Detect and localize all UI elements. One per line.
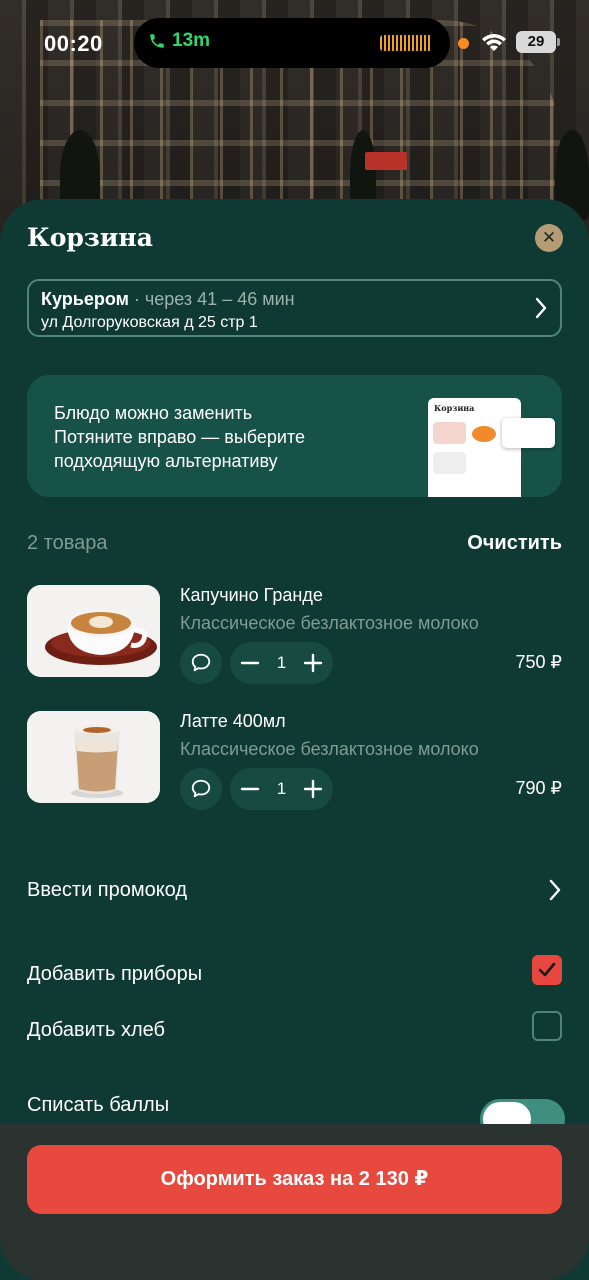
illustration-card	[502, 418, 555, 448]
delivery-separator: ·	[128, 289, 145, 309]
banner-title: Блюдо можно заменить	[54, 403, 253, 423]
delivery-eta: через 41 – 46 мин	[144, 289, 295, 309]
promo-code-row[interactable]: Ввести промокод	[27, 877, 562, 907]
item-photo-cappuccino[interactable]	[27, 585, 160, 677]
item-description: Классическое безлактозное молоко	[180, 739, 479, 759]
delivery-method: Курьером	[41, 289, 129, 309]
item-name: Капучино Гранде	[180, 585, 323, 605]
cart-sheet: Корзина ✕ Курьером · через 41 – 46 мин у…	[0, 199, 589, 1280]
cart-item: Латте 400мл Классическое безлактозное мо…	[27, 711, 562, 811]
call-duration: 13m	[172, 30, 211, 51]
bread-label: Добавить хлеб	[27, 1019, 165, 1041]
points-label: Списать баллы	[27, 1094, 170, 1116]
quantity-stepper: 1	[230, 768, 333, 810]
close-button[interactable]: ✕	[535, 224, 563, 252]
replace-dish-banner[interactable]: Блюдо можно заменить Потяните вправо — в…	[27, 375, 562, 497]
latte-image	[27, 711, 160, 803]
item-description: Классическое безлактозное молоко	[180, 613, 479, 633]
item-price: 750 ₽	[515, 652, 563, 672]
delivery-line: Курьером · через 41 – 46 мин	[41, 289, 548, 310]
item-photo-latte[interactable]	[27, 711, 160, 803]
promo-code-label: Ввести промокод	[27, 879, 188, 901]
items-header: 2 товара Очистить	[27, 532, 562, 560]
call-indicator: 13m	[148, 30, 210, 52]
delivery-selector[interactable]: Курьером · через 41 – 46 мин ул Долгорук…	[27, 279, 562, 337]
banner-line-1: Потяните вправо — выберите	[54, 427, 306, 447]
cutlery-option[interactable]: Добавить приборы	[27, 955, 562, 991]
mic-indicator-dot	[458, 38, 469, 49]
status-time: 00:20	[44, 31, 103, 56]
checkout-bar: Оформить заказ на 2 130 ₽	[0, 1124, 589, 1280]
illustration-tile	[433, 422, 466, 444]
battery-icon: 29	[516, 31, 560, 53]
audio-wave-icon	[380, 35, 432, 51]
banner-illustration: Корзина	[428, 398, 555, 497]
cutlery-checkbox[interactable]	[532, 955, 562, 985]
minus-icon[interactable]	[240, 653, 260, 673]
chevron-right-icon	[535, 297, 547, 319]
banner-text: Блюдо можно заменить Потяните вправо — в…	[54, 401, 305, 473]
page-title: Корзина	[27, 223, 153, 252]
checkout-button[interactable]: Оформить заказ на 2 130 ₽	[27, 1145, 562, 1214]
comment-button[interactable]	[180, 642, 222, 684]
shop-sign	[365, 152, 407, 170]
banner-line-2: подходящую альтернативу	[54, 451, 278, 471]
dynamic-island[interactable]: 13m	[134, 18, 450, 68]
item-name: Латте 400мл	[180, 711, 286, 731]
minus-icon[interactable]	[240, 779, 260, 799]
bread-checkbox[interactable]	[532, 1011, 562, 1041]
illustration-food	[472, 426, 496, 442]
plus-icon[interactable]	[303, 779, 323, 799]
cutlery-label: Добавить приборы	[27, 963, 203, 985]
comment-icon	[191, 779, 211, 798]
wifi-icon	[482, 34, 506, 51]
plus-icon[interactable]	[303, 653, 323, 673]
phone-icon	[150, 34, 164, 48]
item-price: 790 ₽	[515, 778, 563, 798]
items-count: 2 товара	[27, 532, 108, 554]
comment-icon	[191, 653, 211, 672]
cappuccino-image	[27, 585, 160, 677]
delivery-address: ул Долгоруковская д 25 стр 1	[41, 314, 258, 331]
illustration-title: Корзина	[434, 403, 475, 413]
check-icon	[538, 962, 556, 977]
bread-option[interactable]: Добавить хлеб	[27, 1011, 562, 1047]
quantity-value: 1	[276, 653, 287, 672]
close-icon: ✕	[541, 228, 557, 247]
clear-cart-button[interactable]: Очистить	[467, 532, 562, 555]
quantity-value: 1	[276, 779, 287, 798]
cart-item: Капучино Гранде Классическое безлактозно…	[27, 585, 562, 685]
status-bar: 00:20 13m 29	[0, 0, 589, 88]
illustration-tile	[433, 452, 466, 474]
quantity-stepper: 1	[230, 642, 333, 684]
chevron-right-icon	[549, 879, 561, 901]
comment-button[interactable]	[180, 768, 222, 810]
